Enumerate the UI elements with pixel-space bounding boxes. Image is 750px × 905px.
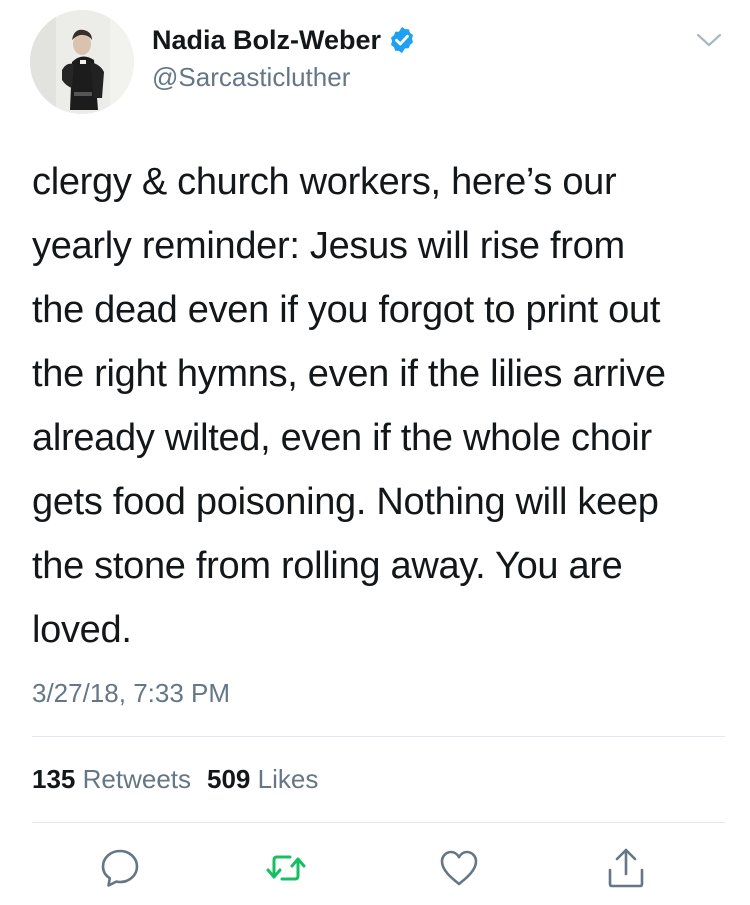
reply-icon[interactable] — [98, 846, 142, 890]
verified-badge-icon — [391, 26, 414, 53]
likes-label: Likes — [257, 764, 319, 794]
user-handle[interactable]: @Sarcasticluther — [152, 60, 350, 94]
retweets-stat[interactable]: 135 Retweets — [32, 764, 191, 794]
avatar[interactable] — [30, 10, 134, 114]
divider — [32, 736, 725, 737]
share-icon[interactable] — [604, 846, 648, 890]
display-name-text[interactable]: Nadia Bolz-Weber — [152, 25, 381, 55]
avatar-photo — [30, 10, 134, 114]
divider — [32, 822, 725, 823]
like-icon[interactable] — [437, 846, 481, 890]
likes-stat[interactable]: 509 Likes — [207, 764, 318, 794]
retweets-label: Retweets — [82, 764, 192, 794]
retweet-icon[interactable] — [264, 846, 308, 890]
tweet-stats: 135 Retweets 509 Likes — [32, 762, 318, 796]
retweets-count: 135 — [32, 764, 76, 794]
likes-count: 509 — [207, 764, 251, 794]
tweet-timestamp[interactable]: 3/27/18, 7:33 PM — [32, 676, 230, 710]
chevron-down-icon[interactable] — [692, 28, 726, 52]
display-name[interactable]: Nadia Bolz-Weber — [152, 22, 417, 58]
tweet-text: clergy & church workers, here’s our year… — [32, 161, 666, 651]
